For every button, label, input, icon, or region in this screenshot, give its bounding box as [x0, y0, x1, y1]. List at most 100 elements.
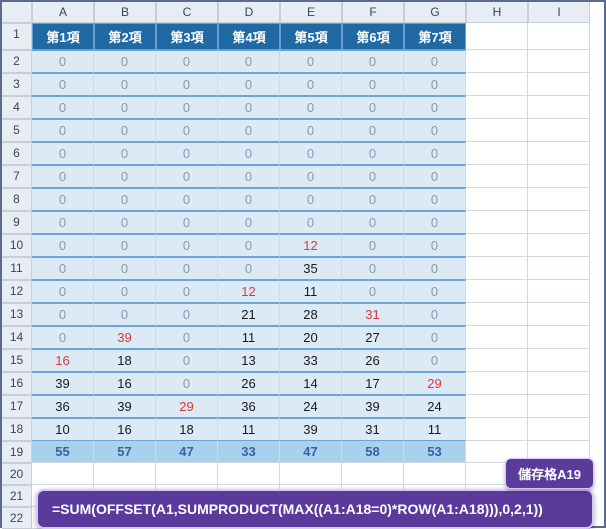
data-cell[interactable]: 0: [342, 96, 404, 119]
data-cell[interactable]: 31: [342, 418, 404, 441]
data-cell[interactable]: 31: [342, 303, 404, 326]
data-cell[interactable]: 0: [94, 165, 156, 188]
data-cell[interactable]: 0: [156, 234, 218, 257]
empty-cell[interactable]: [528, 372, 590, 395]
data-cell[interactable]: 0: [32, 73, 94, 96]
empty-cell[interactable]: [466, 326, 528, 349]
data-cell[interactable]: 16: [32, 349, 94, 372]
data-cell[interactable]: 0: [32, 303, 94, 326]
empty-cell[interactable]: [466, 418, 528, 441]
data-cell[interactable]: 29: [404, 372, 466, 395]
data-cell[interactable]: 0: [218, 234, 280, 257]
data-cell[interactable]: 14: [280, 372, 342, 395]
data-cell[interactable]: 11: [404, 418, 466, 441]
data-cell[interactable]: 0: [342, 257, 404, 280]
data-cell[interactable]: 24: [404, 395, 466, 418]
empty-cell[interactable]: [466, 165, 528, 188]
empty-cell[interactable]: [466, 188, 528, 211]
data-cell[interactable]: 0: [32, 326, 94, 349]
data-cell[interactable]: 0: [32, 165, 94, 188]
data-cell[interactable]: 0: [342, 211, 404, 234]
data-cell[interactable]: 0: [404, 211, 466, 234]
data-cell[interactable]: 0: [404, 303, 466, 326]
column-header[interactable]: I: [528, 2, 590, 23]
data-cell[interactable]: 0: [218, 73, 280, 96]
empty-cell[interactable]: [528, 50, 590, 73]
column-header[interactable]: H: [466, 2, 528, 23]
data-cell[interactable]: 18: [156, 418, 218, 441]
data-cell[interactable]: 39: [342, 395, 404, 418]
row-header[interactable]: 17: [2, 395, 32, 418]
data-cell[interactable]: 0: [280, 165, 342, 188]
data-cell[interactable]: 26: [218, 372, 280, 395]
data-cell[interactable]: 0: [342, 50, 404, 73]
data-cell[interactable]: 0: [32, 280, 94, 303]
data-cell[interactable]: 0: [156, 257, 218, 280]
data-cell[interactable]: 0: [404, 188, 466, 211]
data-cell[interactable]: 28: [280, 303, 342, 326]
data-cell[interactable]: 0: [32, 257, 94, 280]
data-cell[interactable]: 0: [94, 119, 156, 142]
row-header[interactable]: 19: [2, 441, 32, 463]
data-cell[interactable]: 0: [94, 211, 156, 234]
data-cell[interactable]: 0: [280, 96, 342, 119]
column-header[interactable]: B: [94, 2, 156, 23]
data-cell[interactable]: 39: [280, 418, 342, 441]
empty-cell[interactable]: [528, 188, 590, 211]
table-header-cell[interactable]: 第2項: [94, 23, 156, 50]
data-cell[interactable]: 0: [156, 142, 218, 165]
data-cell[interactable]: 0: [156, 73, 218, 96]
data-cell[interactable]: 0: [32, 234, 94, 257]
data-cell[interactable]: 11: [218, 418, 280, 441]
empty-cell[interactable]: [466, 280, 528, 303]
row-header[interactable]: 22: [2, 507, 32, 529]
data-cell[interactable]: 0: [280, 188, 342, 211]
data-cell[interactable]: 0: [342, 234, 404, 257]
column-header[interactable]: G: [404, 2, 466, 23]
empty-cell[interactable]: [528, 73, 590, 96]
empty-cell[interactable]: [528, 418, 590, 441]
column-header[interactable]: C: [156, 2, 218, 23]
data-cell[interactable]: 39: [94, 395, 156, 418]
data-cell[interactable]: 35: [280, 257, 342, 280]
data-cell[interactable]: 0: [32, 188, 94, 211]
data-cell[interactable]: 0: [156, 303, 218, 326]
data-cell[interactable]: 0: [94, 50, 156, 73]
data-cell[interactable]: 0: [94, 73, 156, 96]
row-header[interactable]: 14: [2, 326, 32, 349]
row-header[interactable]: 3: [2, 73, 32, 96]
row-header[interactable]: 15: [2, 349, 32, 372]
select-all-corner[interactable]: [2, 2, 32, 23]
data-cell[interactable]: 24: [280, 395, 342, 418]
data-cell[interactable]: 0: [342, 73, 404, 96]
row-header[interactable]: 16: [2, 372, 32, 395]
data-cell[interactable]: 0: [280, 211, 342, 234]
empty-cell[interactable]: [466, 119, 528, 142]
data-cell[interactable]: 16: [94, 418, 156, 441]
row-header[interactable]: 1: [2, 23, 32, 50]
data-cell[interactable]: 0: [280, 73, 342, 96]
data-cell[interactable]: 0: [342, 280, 404, 303]
data-cell[interactable]: 0: [280, 142, 342, 165]
data-cell[interactable]: 0: [94, 96, 156, 119]
row-header[interactable]: 7: [2, 165, 32, 188]
data-cell[interactable]: 0: [218, 96, 280, 119]
data-cell[interactable]: 36: [218, 395, 280, 418]
data-cell[interactable]: 0: [404, 326, 466, 349]
data-cell[interactable]: 0: [94, 188, 156, 211]
row-header[interactable]: 9: [2, 211, 32, 234]
data-cell[interactable]: 0: [156, 280, 218, 303]
column-header[interactable]: D: [218, 2, 280, 23]
empty-cell[interactable]: [466, 349, 528, 372]
data-cell[interactable]: 0: [156, 188, 218, 211]
empty-cell[interactable]: [528, 165, 590, 188]
data-cell[interactable]: 12: [218, 280, 280, 303]
data-cell[interactable]: 0: [404, 257, 466, 280]
empty-cell[interactable]: [528, 395, 590, 418]
empty-cell[interactable]: [528, 326, 590, 349]
row-header[interactable]: 20: [2, 463, 32, 485]
data-cell[interactable]: 13: [218, 349, 280, 372]
data-cell[interactable]: 18: [94, 349, 156, 372]
data-cell[interactable]: 0: [404, 234, 466, 257]
row-header[interactable]: 13: [2, 303, 32, 326]
